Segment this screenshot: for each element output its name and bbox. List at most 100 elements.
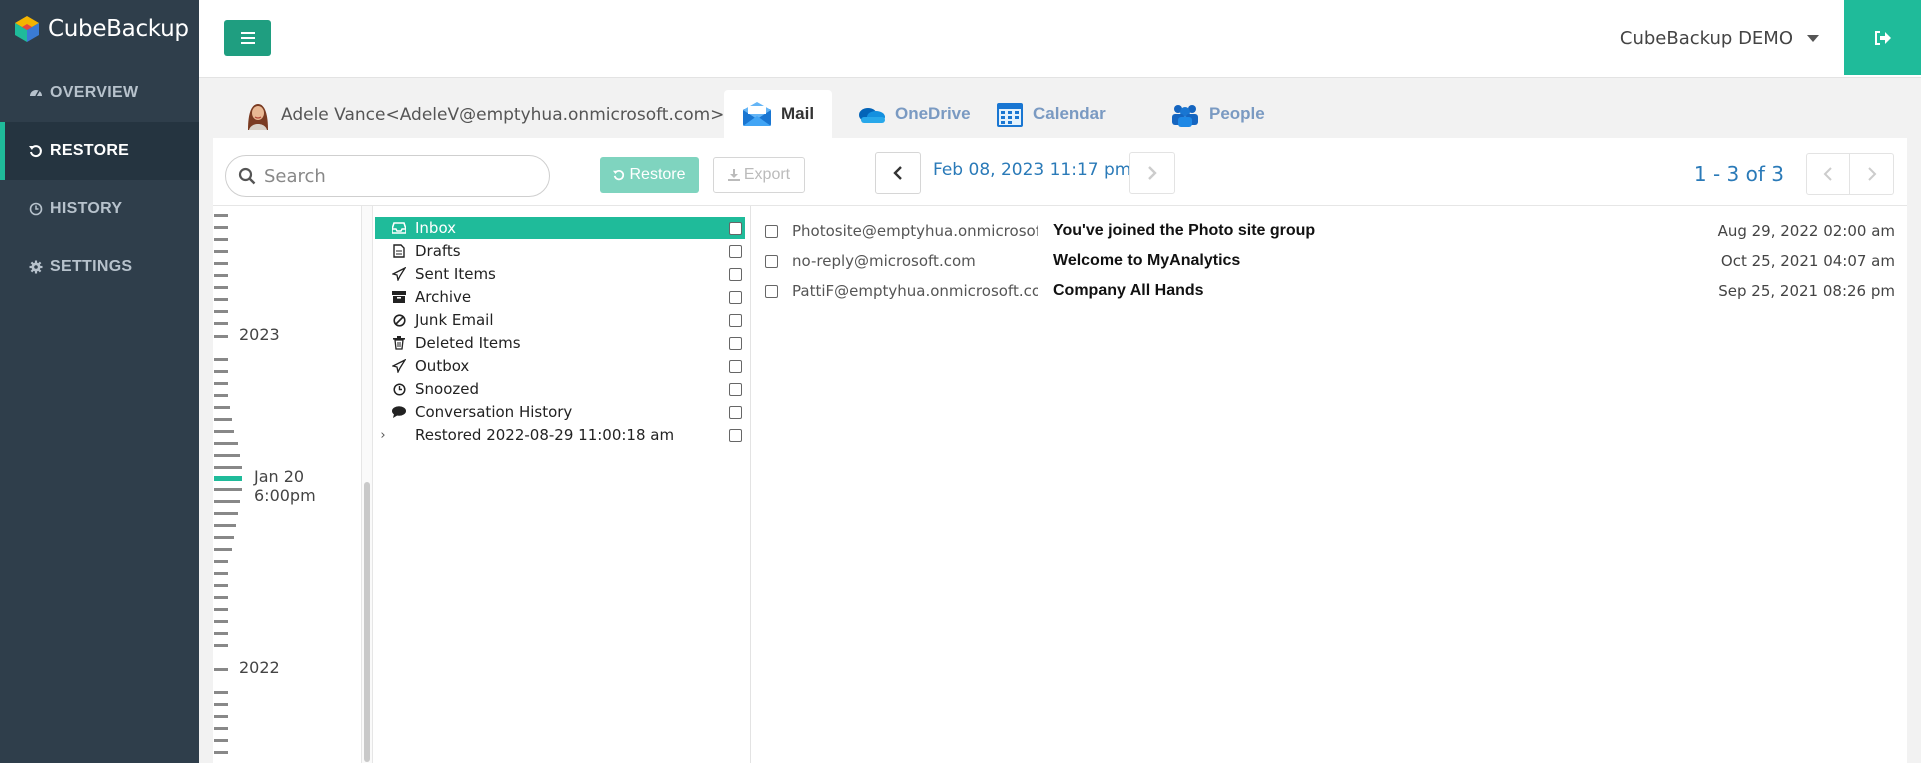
tab-people[interactable]: People bbox=[1152, 90, 1283, 138]
timeline-tick[interactable] bbox=[214, 370, 228, 373]
timeline-tick[interactable] bbox=[214, 691, 228, 694]
folder-checkbox[interactable] bbox=[729, 222, 742, 235]
message-checkbox[interactable] bbox=[765, 254, 778, 268]
account-selector[interactable]: Adele Vance<AdeleV@emptyhua.onmicrosoft.… bbox=[243, 100, 724, 130]
timeline-tick[interactable] bbox=[214, 322, 228, 325]
timeline-tick[interactable] bbox=[214, 406, 230, 409]
sidebar-item-history[interactable]: HISTORY bbox=[0, 180, 199, 238]
folder-checkbox[interactable] bbox=[729, 314, 742, 327]
folder-outbox[interactable]: Outbox bbox=[375, 355, 745, 377]
search-input[interactable] bbox=[264, 165, 534, 187]
timeline-tick[interactable] bbox=[214, 394, 228, 397]
timeline-tick[interactable] bbox=[214, 488, 242, 491]
timeline-tick[interactable] bbox=[214, 454, 240, 457]
export-button[interactable]: Export bbox=[713, 157, 805, 193]
tab-label: Mail bbox=[781, 104, 815, 123]
timeline-tick[interactable] bbox=[214, 358, 228, 361]
folder-inbox[interactable]: Inbox bbox=[375, 217, 745, 239]
timeline-tick[interactable] bbox=[214, 310, 228, 313]
folder-checkbox[interactable] bbox=[729, 291, 742, 304]
folder-checkbox[interactable] bbox=[729, 383, 742, 396]
folder-junk-email[interactable]: Junk Email bbox=[375, 309, 745, 331]
message-checkbox[interactable] bbox=[765, 284, 778, 298]
folder-checkbox[interactable] bbox=[729, 406, 742, 419]
timeline-tick[interactable] bbox=[214, 548, 232, 551]
timeline-tick[interactable] bbox=[214, 572, 228, 575]
timeline-tick[interactable] bbox=[214, 238, 228, 241]
timeline-tick[interactable] bbox=[214, 739, 228, 742]
menu-toggle-button[interactable] bbox=[224, 20, 271, 56]
send-icon bbox=[391, 358, 407, 374]
folder-checkbox[interactable] bbox=[729, 245, 742, 258]
folder-checkbox[interactable] bbox=[729, 429, 742, 442]
timeline-tick[interactable] bbox=[214, 382, 228, 385]
timeline-tick[interactable] bbox=[214, 466, 242, 469]
folder-label: Junk Email bbox=[415, 311, 494, 329]
archive-icon bbox=[391, 289, 407, 305]
timeline-tick[interactable] bbox=[214, 608, 228, 611]
timeline-tick[interactable] bbox=[214, 262, 228, 265]
next-page-button[interactable] bbox=[1850, 153, 1894, 195]
timeline-tick[interactable] bbox=[214, 418, 232, 421]
timeline-tick[interactable] bbox=[214, 560, 228, 563]
timeline-tick[interactable] bbox=[214, 226, 228, 229]
message-row[interactable]: no-reply@microsoft.com Welcome to MyAnal… bbox=[753, 246, 1907, 276]
timeline-tick[interactable] bbox=[214, 596, 228, 599]
next-snapshot-button[interactable] bbox=[1129, 152, 1175, 194]
message-date: Sep 25, 2021 08:26 pm bbox=[1718, 282, 1895, 300]
sidebar-item-settings[interactable]: SETTINGS bbox=[0, 238, 199, 296]
tab-mail[interactable]: Mail bbox=[724, 90, 833, 138]
message-checkbox[interactable] bbox=[765, 224, 778, 238]
folder-archive[interactable]: Archive bbox=[375, 286, 745, 308]
timeline-tick[interactable] bbox=[214, 250, 228, 253]
user-menu[interactable]: CubeBackup DEMO bbox=[1620, 28, 1819, 49]
timeline-tick[interactable] bbox=[214, 644, 228, 647]
snapshot-date-dropdown[interactable]: Feb 08, 2023 11:17 pm bbox=[933, 160, 1144, 180]
timeline-tick[interactable] bbox=[214, 298, 228, 301]
sidebar-item-overview[interactable]: OVERVIEW bbox=[0, 64, 199, 122]
folder-drafts[interactable]: Drafts bbox=[375, 240, 745, 262]
avatar bbox=[243, 100, 273, 130]
timeline-tick[interactable] bbox=[214, 727, 228, 730]
folder-deleted-items[interactable]: Deleted Items bbox=[375, 332, 745, 354]
timeline-tick[interactable] bbox=[214, 703, 228, 706]
timeline-tick[interactable] bbox=[214, 715, 228, 718]
timeline-tick[interactable] bbox=[214, 274, 228, 277]
timeline-scrollbar[interactable] bbox=[361, 206, 373, 763]
timeline-tick[interactable] bbox=[214, 536, 234, 539]
message-row[interactable]: PattiF@emptyhua.onmicrosoft.com Company … bbox=[753, 276, 1907, 306]
timeline-tick[interactable] bbox=[214, 500, 240, 503]
logout-button[interactable] bbox=[1844, 0, 1921, 75]
timeline-tick[interactable] bbox=[214, 512, 238, 515]
restore-button[interactable]: Restore bbox=[600, 157, 699, 193]
timeline-tick[interactable] bbox=[214, 584, 228, 587]
search-box[interactable] bbox=[225, 155, 550, 197]
previous-page-button[interactable] bbox=[1806, 153, 1850, 195]
brand[interactable]: CubeBackup bbox=[12, 14, 189, 44]
backup-timeline[interactable]: 2023 Jan 20 6:00pm 2022 bbox=[213, 206, 359, 763]
folder-conversation-history[interactable]: Conversation History bbox=[375, 401, 745, 423]
timeline-tick[interactable] bbox=[214, 620, 228, 623]
folder-checkbox[interactable] bbox=[729, 360, 742, 373]
tab-onedrive[interactable]: OneDrive bbox=[838, 90, 989, 138]
folder-checkbox[interactable] bbox=[729, 337, 742, 350]
scrollbar-thumb[interactable] bbox=[364, 482, 370, 762]
timeline-tick[interactable] bbox=[214, 442, 238, 445]
folder-label: Drafts bbox=[415, 242, 461, 260]
tab-calendar[interactable]: Calendar bbox=[978, 90, 1124, 138]
folder-sent-items[interactable]: Sent Items bbox=[375, 263, 745, 285]
folder-snoozed[interactable]: Snoozed bbox=[375, 378, 745, 400]
message-row[interactable]: Photosite@emptyhua.onmicrosoft.com You'v… bbox=[753, 216, 1907, 246]
sidebar-item-restore[interactable]: RESTORE bbox=[0, 122, 199, 180]
timeline-tick[interactable] bbox=[214, 524, 236, 527]
expand-chevron-icon[interactable]: › bbox=[375, 428, 391, 443]
timeline-tick[interactable] bbox=[214, 430, 234, 433]
timeline-tick[interactable] bbox=[214, 751, 228, 754]
folder-checkbox[interactable] bbox=[729, 268, 742, 281]
folder-restored[interactable]: › Restored 2022-08-29 11:00:18 am bbox=[375, 424, 745, 446]
previous-snapshot-button[interactable] bbox=[875, 152, 921, 194]
timeline-selected-tick[interactable] bbox=[214, 476, 242, 481]
timeline-tick[interactable] bbox=[214, 632, 228, 635]
timeline-tick[interactable] bbox=[214, 214, 228, 217]
timeline-tick[interactable] bbox=[214, 286, 228, 289]
